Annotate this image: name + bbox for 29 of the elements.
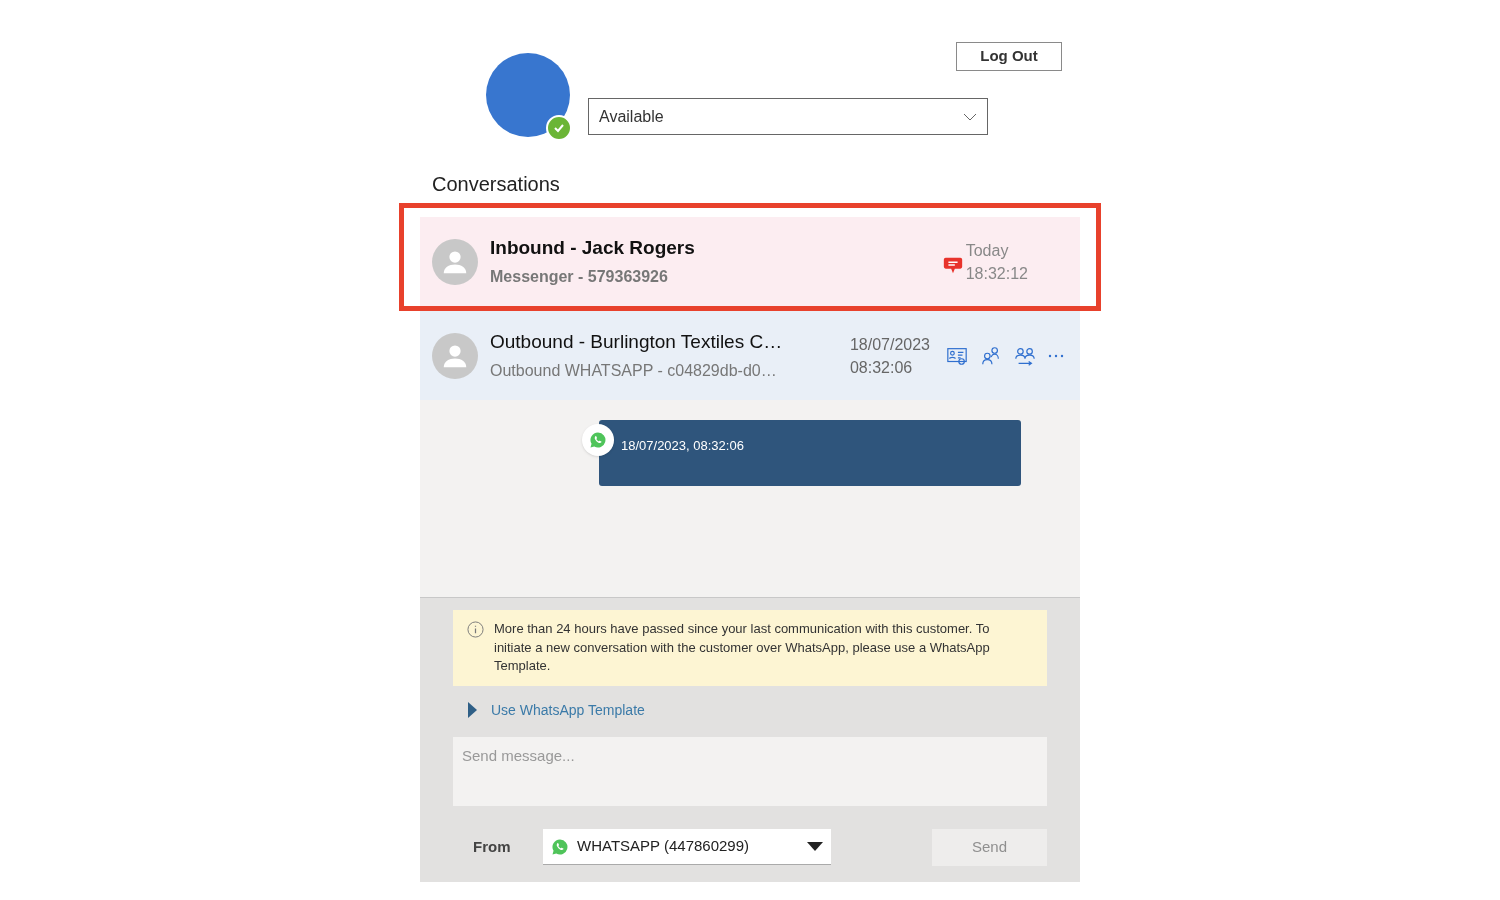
channel-dropdown[interactable]: WHATSAPP (447860299)	[543, 829, 831, 865]
whatsapp-icon	[589, 431, 607, 449]
caret-down-icon	[807, 842, 823, 851]
message-timestamp: 18/07/2023, 08:32:06	[621, 438, 744, 453]
conversation-title: Outbound - Burlington Textiles C…	[490, 330, 784, 355]
conversation-subtitle: Messenger - 579363926	[490, 266, 669, 287]
conversation-item[interactable]: Outbound - Burlington Textiles C… Outbound WHATSAPP - c04829db-d0… 18/07/2023 08:32:06	[420, 311, 1080, 400]
conversation-item[interactable]: Inbound - Jack Rogers Messenger - 579363926 Today 18:32:12	[420, 217, 1080, 306]
conversation-date: Today	[965, 240, 1010, 261]
info-icon	[467, 621, 484, 638]
person-avatar	[432, 332, 478, 379]
whatsapp-icon	[551, 837, 569, 856]
message-input[interactable]: Send message...	[453, 736, 1047, 806]
conversation-title: Inbound - Jack Rogers	[490, 236, 696, 261]
section-title: Conversations	[432, 172, 561, 197]
notice-text: More than 24 hours have passed since your last communication with this customer. To initiate a new conversation with the customer over WhatsApp, please use a WhatsApp Template.	[494, 620, 991, 675]
template-toggle[interactable]: Use WhatsApp Template	[467, 699, 645, 721]
person-avatar	[432, 238, 478, 285]
more-options-icon[interactable]	[1048, 353, 1064, 358]
chevron-down-icon	[963, 112, 977, 121]
logout-button[interactable]: Log Out	[956, 42, 1062, 71]
conversation-time: 08:32:06	[849, 357, 914, 378]
conversation-time: 18:32:12	[965, 263, 1028, 284]
conversation-subtitle: Outbound WHATSAPP - c04829db-d0…	[490, 360, 778, 381]
presence-dropdown[interactable]: Available	[588, 98, 988, 135]
status-check-icon	[546, 115, 572, 141]
conversation-date: 18/07/2023	[849, 334, 930, 355]
from-label: From	[473, 836, 512, 857]
person-add-icon[interactable]	[980, 344, 1002, 367]
